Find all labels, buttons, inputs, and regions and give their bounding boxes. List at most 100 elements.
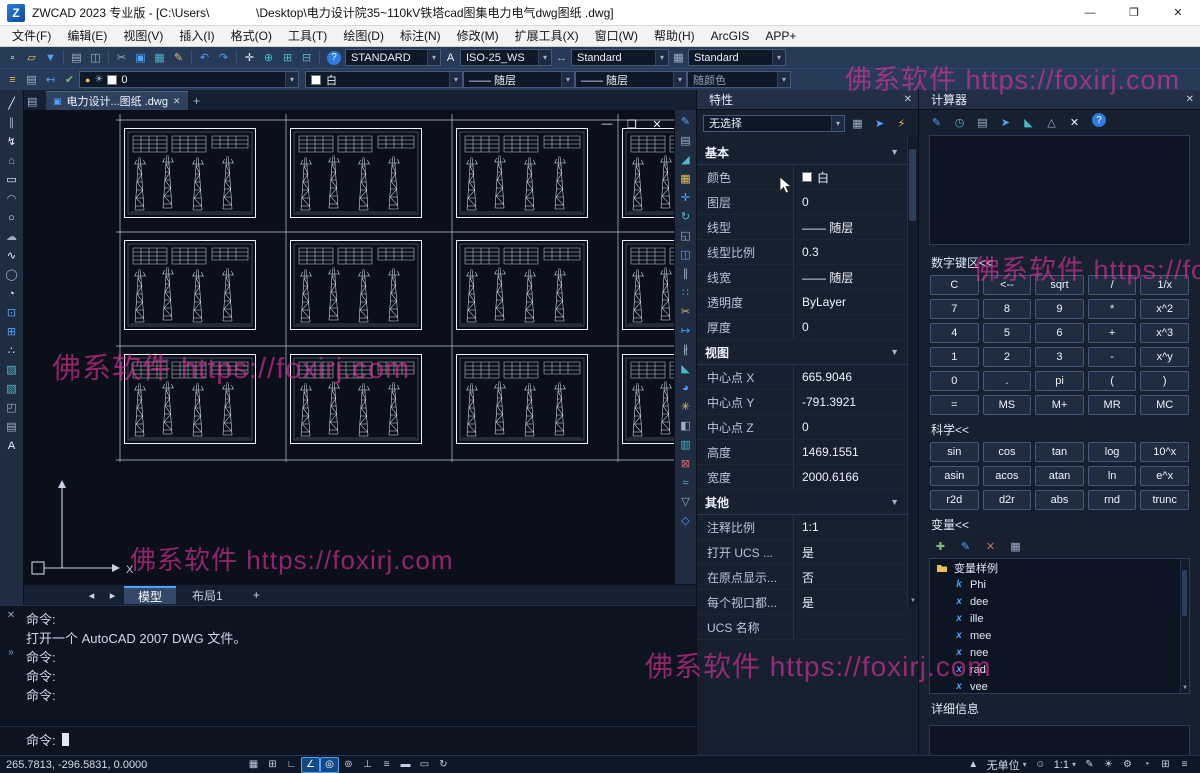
- minimize-button[interactable]: —: [1068, 0, 1112, 26]
- close-icon[interactable]: ✕: [1186, 94, 1194, 105]
- tree-root[interactable]: 变量样例: [930, 559, 1189, 576]
- prop-row-ucs-on[interactable]: 打开 UCS ...是: [697, 540, 907, 565]
- menu-dimension[interactable]: 标注(N): [392, 26, 449, 47]
- scientific-section-label[interactable]: 科学<<: [919, 415, 1200, 442]
- clipboard-button[interactable]: ▤: [676, 131, 696, 150]
- collapse-icon[interactable]: ▼: [890, 147, 899, 157]
- selection-dropdown[interactable]: 无选择 ▾: [703, 115, 845, 132]
- calc-key[interactable]: x^y: [1140, 347, 1189, 367]
- calc-key[interactable]: 2: [983, 347, 1032, 367]
- layout-button[interactable]: ▥: [676, 435, 696, 454]
- tree-item[interactable]: xille: [930, 610, 1189, 627]
- calc-key[interactable]: atan: [1035, 466, 1084, 486]
- zoom-realtime-icon[interactable]: ⊕: [259, 49, 278, 67]
- dim-style-dropdown[interactable]: ISO-25_WS ▾: [460, 49, 552, 66]
- mleader-style-dropdown[interactable]: Standard ▾: [688, 49, 786, 66]
- draw-arc-button[interactable]: ◠: [2, 189, 22, 208]
- align-button[interactable]: ▽: [676, 492, 696, 511]
- menu-draw[interactable]: 绘图(D): [335, 26, 392, 47]
- chamfer-button[interactable]: ◣: [676, 359, 696, 378]
- insert-block-button[interactable]: ⊡: [2, 303, 22, 322]
- calculator-help-icon[interactable]: ?: [1092, 113, 1106, 127]
- break-button[interactable]: ∦: [676, 340, 696, 359]
- calc-key[interactable]: (: [1088, 371, 1137, 391]
- calc-key[interactable]: MC: [1140, 395, 1189, 415]
- make-layer-current-icon[interactable]: ✔: [60, 71, 79, 89]
- value[interactable]: 否: [793, 565, 907, 589]
- layer-states-icon[interactable]: ▤: [22, 71, 41, 89]
- redo-icon[interactable]: ↷: [214, 49, 233, 67]
- draw-polyline-button[interactable]: ↯: [2, 132, 22, 151]
- tree-item[interactable]: xrad: [930, 661, 1189, 678]
- linetype-dropdown[interactable]: —— 随层 ▾: [463, 71, 575, 88]
- value[interactable]: ByLayer: [793, 290, 907, 314]
- prop-row-thickness[interactable]: 厚度0: [697, 315, 907, 340]
- menu-format[interactable]: 格式(O): [223, 26, 280, 47]
- child-restore-icon[interactable]: ❐: [624, 118, 640, 131]
- tree-item[interactable]: kPhi: [930, 576, 1189, 593]
- draw-polygon-button[interactable]: ⌂: [2, 151, 22, 170]
- scroll-down-icon[interactable]: ▼: [908, 595, 918, 606]
- osnap-toggle[interactable]: ◎: [320, 757, 339, 773]
- calc-key[interactable]: M+: [1035, 395, 1084, 415]
- calc-key[interactable]: <--: [983, 275, 1032, 295]
- otrack-toggle[interactable]: ⊚: [339, 757, 358, 773]
- section-other[interactable]: 其他▼: [697, 490, 907, 515]
- child-minimize-icon[interactable]: —: [599, 118, 615, 131]
- calc-key[interactable]: 1/x: [1140, 275, 1189, 295]
- prop-row-height[interactable]: 高度1469.1551: [697, 440, 907, 465]
- cut-icon[interactable]: ✂: [112, 49, 131, 67]
- dyn-input-toggle[interactable]: ≡: [377, 757, 396, 773]
- value[interactable]: —— 随层: [793, 265, 907, 289]
- get-coordinates-icon[interactable]: ➤: [996, 113, 1015, 131]
- menu-file[interactable]: 文件(F): [4, 26, 59, 47]
- point-style-button[interactable]: ◇: [676, 511, 696, 530]
- calc-key[interactable]: r2d: [930, 490, 979, 510]
- calc-key[interactable]: ): [1140, 371, 1189, 391]
- close-button[interactable]: ✕: [1156, 0, 1200, 26]
- scroll-thumb[interactable]: [909, 149, 916, 221]
- match-icon[interactable]: ✎: [1080, 757, 1099, 773]
- polar-toggle[interactable]: ∠: [301, 757, 320, 773]
- value[interactable]: 1:1: [793, 515, 907, 539]
- edit-variable-icon[interactable]: ✎: [956, 537, 975, 555]
- numpad-section-label[interactable]: 数字键区<<: [919, 248, 1200, 275]
- calc-key[interactable]: acos: [983, 466, 1032, 486]
- menu-tools[interactable]: 工具(T): [280, 26, 335, 47]
- draw-ellipse-arc-button[interactable]: ◔: [2, 284, 22, 303]
- pan-icon[interactable]: ✛: [240, 49, 259, 67]
- calc-key[interactable]: 9: [1035, 299, 1084, 319]
- prop-row-ucs-viewport[interactable]: 每个视口都...是: [697, 590, 907, 615]
- properties-header[interactable]: 特性 ✕: [697, 90, 918, 110]
- draw-point-button[interactable]: ∴: [2, 341, 22, 360]
- array-button[interactable]: ∷: [676, 283, 696, 302]
- value[interactable]: 1469.1551: [793, 440, 907, 464]
- draw-ellipse-button[interactable]: ◯: [2, 265, 22, 284]
- dyn-ucs-toggle[interactable]: ⊥: [358, 757, 377, 773]
- tab-nav-left-icon[interactable]: ◂: [82, 586, 101, 604]
- calc-key[interactable]: trunc: [1140, 490, 1189, 510]
- calc-key[interactable]: d2r: [983, 490, 1032, 510]
- make-block-button[interactable]: ⊞: [2, 322, 22, 341]
- fillet-button[interactable]: ◕: [676, 378, 696, 397]
- undo-icon[interactable]: ↶: [195, 49, 214, 67]
- draw-rectangle-button[interactable]: ▭: [2, 170, 22, 189]
- menu-modify[interactable]: 修改(M): [449, 26, 507, 47]
- table-button[interactable]: ▤: [2, 417, 22, 436]
- quick-properties-toggle[interactable]: ▭: [415, 757, 434, 773]
- save-icon[interactable]: ▼: [41, 49, 60, 67]
- calc-key[interactable]: log: [1088, 442, 1137, 462]
- menu-window[interactable]: 窗口(W): [587, 26, 646, 47]
- color-dropdown[interactable]: 白 ▾: [305, 71, 463, 88]
- prop-row-linetype[interactable]: 线型—— 随层: [697, 215, 907, 240]
- move-button[interactable]: ✛: [676, 188, 696, 207]
- child-close-icon[interactable]: ✕: [649, 118, 665, 131]
- calc-key[interactable]: C: [930, 275, 979, 295]
- command-close-icon[interactable]: ✕: [7, 610, 15, 621]
- status-menu-icon[interactable]: ≡: [1175, 757, 1194, 773]
- calc-key[interactable]: 4: [930, 323, 979, 343]
- variables-tree[interactable]: 变量样例 kPhi xdee xille xmee xnee xrad xvee…: [929, 558, 1190, 694]
- lineweight-toggle[interactable]: ▬: [396, 757, 415, 773]
- clear-icon[interactable]: ✕: [1065, 113, 1084, 131]
- calc-key[interactable]: sin: [930, 442, 979, 462]
